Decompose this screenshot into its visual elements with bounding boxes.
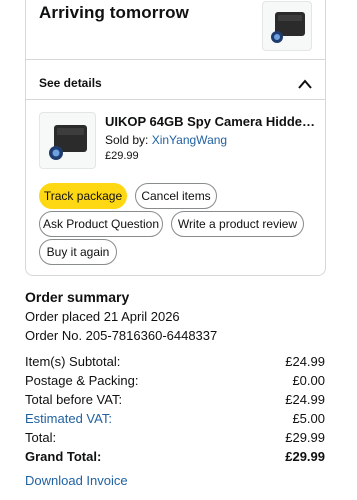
divider — [26, 99, 325, 100]
summary-value: £24.99 — [285, 392, 325, 407]
track-package-button[interactable]: Track package — [39, 183, 127, 209]
spy-camera-icon — [271, 12, 305, 43]
summary-value: £24.99 — [285, 354, 325, 369]
summary-label: Item(s) Subtotal: — [25, 354, 121, 369]
download-invoice-link[interactable]: Download Invoice — [25, 473, 128, 488]
estimated-vat-link[interactable]: Estimated VAT: — [25, 411, 112, 426]
order-number: Order No. 205-7816360-6448337 — [25, 328, 218, 343]
buy-again-button[interactable]: Buy it again — [39, 239, 117, 265]
summary-value: £5.00 — [292, 411, 325, 426]
item-title[interactable]: UIKOP 64GB Spy Camera Hidden... — [105, 114, 317, 129]
summary-value: £0.00 — [292, 373, 325, 388]
summary-label: Postage & Packing: — [25, 373, 139, 388]
summary-label: Total: — [25, 430, 57, 445]
order-placed-date: Order placed 21 April 2026 — [25, 309, 180, 324]
summary-label: Total before VAT: — [25, 392, 123, 407]
summary-value: £29.99 — [285, 449, 325, 464]
item-image[interactable] — [39, 112, 96, 169]
item-price: £29.99 — [105, 150, 139, 162]
delivery-status-title: Arriving tomorrow — [39, 3, 189, 22]
chevron-up-icon — [298, 79, 312, 89]
divider — [26, 59, 325, 60]
shipment-card: Arriving tomorrow See details UIKOP 64GB… — [25, 0, 326, 276]
ask-product-question-button[interactable]: Ask Product Question — [39, 211, 163, 237]
sold-by-prefix: Sold by: — [105, 133, 152, 147]
order-summary-title: Order summary — [25, 289, 130, 305]
summary-label: Grand Total: — [25, 449, 102, 464]
cancel-items-button[interactable]: Cancel items — [135, 183, 217, 209]
see-details-toggle[interactable]: See details — [26, 69, 325, 99]
see-details-label: See details — [39, 76, 102, 90]
summary-value: £29.99 — [285, 430, 325, 445]
product-thumbnail[interactable] — [262, 1, 312, 51]
spy-camera-icon — [49, 125, 87, 160]
seller-link[interactable]: XinYangWang — [152, 133, 227, 147]
write-review-button[interactable]: Write a product review — [171, 211, 304, 237]
sold-by: Sold by: XinYangWang — [105, 133, 227, 147]
